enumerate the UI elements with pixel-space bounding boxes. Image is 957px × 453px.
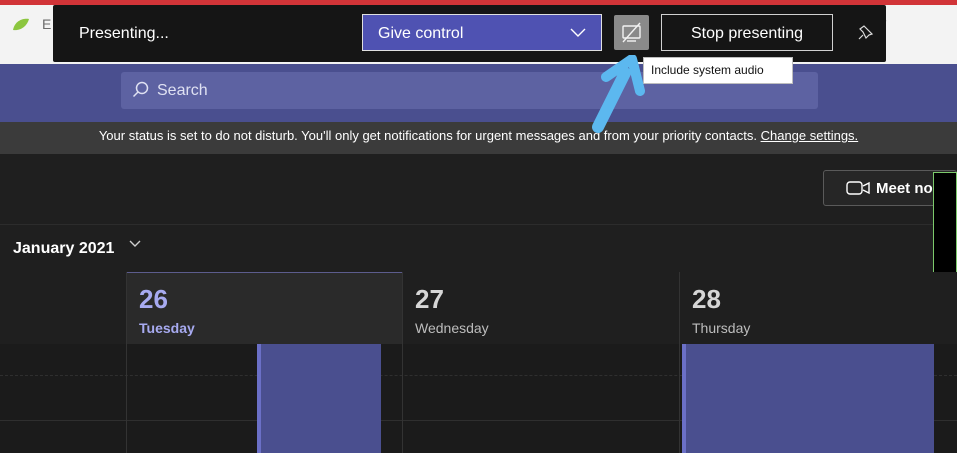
stop-presenting-label: Stop presenting: [690, 25, 804, 42]
give-control-label: Give control: [378, 25, 464, 42]
system-audio-toggle[interactable]: [614, 15, 649, 50]
day-number[interactable]: 26: [139, 284, 168, 315]
change-settings-link[interactable]: Change settings.: [761, 128, 859, 143]
browser-tab-label[interactable]: E: [42, 16, 51, 32]
pin-icon[interactable]: [858, 24, 874, 40]
calendar-event[interactable]: [257, 344, 381, 453]
annotation-arrow: [592, 55, 645, 133]
column-divider: [126, 344, 127, 453]
status-banner-text: Your status is set to do not disturb. Yo…: [0, 128, 957, 143]
day-name: Tuesday: [139, 320, 195, 336]
column-divider: [679, 344, 680, 453]
search-placeholder: Search: [157, 82, 208, 99]
event-accent-bar: [682, 344, 686, 453]
chevron-down-icon[interactable]: [128, 237, 142, 251]
leaf-icon: [13, 18, 29, 31]
tooltip-text: Include system audio: [651, 63, 764, 77]
day-number[interactable]: 27: [415, 284, 444, 315]
system-audio-off-icon: [622, 22, 641, 43]
month-label[interactable]: January 2021: [13, 240, 114, 258]
calendar-event[interactable]: [682, 344, 934, 453]
meet-now-label: Meet no: [876, 180, 933, 197]
calendar-toolbar: [0, 154, 957, 225]
status-banner-message: Your status is set to do not disturb. Yo…: [98, 128, 757, 143]
day-number[interactable]: 28: [692, 284, 721, 315]
search-icon: [132, 81, 149, 98]
day-name: Thursday: [692, 320, 751, 336]
presenting-status: Presenting...: [79, 25, 169, 42]
video-camera-icon: [846, 181, 870, 195]
column-divider: [402, 344, 403, 453]
chevron-down-icon: [570, 28, 586, 37]
day-name: Wednesday: [415, 320, 489, 336]
event-accent-bar: [257, 344, 261, 453]
